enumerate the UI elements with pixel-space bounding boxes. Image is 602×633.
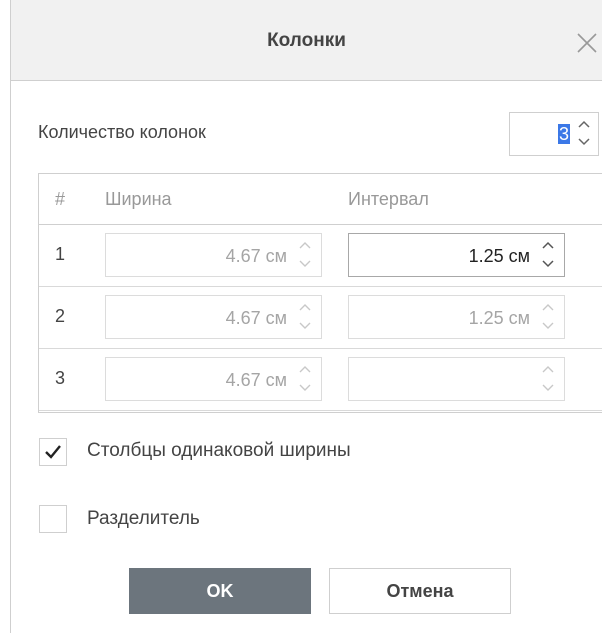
- width-value: 4.67 см: [225, 246, 287, 266]
- table-header: # Ширина Интервал: [39, 174, 602, 225]
- width-field: 4.67 см: [105, 295, 322, 339]
- column-count-label: Количество колонок: [38, 122, 206, 142]
- header-width: Ширина: [105, 189, 172, 209]
- width-arrows: [295, 358, 315, 400]
- chevron-down-icon[interactable]: [541, 259, 555, 269]
- table-row: 1 4.67 см 1.25 см: [39, 224, 602, 287]
- column-count-arrows[interactable]: [574, 113, 594, 155]
- column-count-value[interactable]: 3: [557, 124, 570, 144]
- chevron-up-icon[interactable]: [541, 240, 555, 250]
- chevron-down-icon: [299, 260, 311, 267]
- chevron-up-icon: [299, 304, 311, 311]
- chevron-up-icon: [542, 304, 554, 311]
- chevron-down-icon: [542, 322, 554, 329]
- spacing-arrows: [538, 296, 558, 338]
- equal-width-label[interactable]: Столбцы одинаковой ширины: [87, 440, 351, 462]
- dialog-header: Колонки: [11, 0, 602, 81]
- table-row: 2 4.67 см 1.25 см: [39, 286, 602, 349]
- width-field: 4.67 см: [105, 357, 322, 401]
- close-icon[interactable]: [574, 30, 600, 56]
- columns-dialog: Колонки Количество колонок 3 # Ширина Ин…: [10, 0, 602, 633]
- equal-width-checkbox[interactable]: [39, 438, 67, 466]
- row-number: 3: [55, 368, 66, 388]
- spacing-arrows[interactable]: [538, 234, 558, 276]
- width-arrows: [295, 296, 315, 338]
- spacing-arrows: [538, 358, 558, 400]
- chevron-up-icon: [542, 366, 554, 373]
- chevron-down-icon: [299, 384, 311, 391]
- cancel-button[interactable]: Отмена: [329, 568, 511, 614]
- width-field: 4.67 см: [105, 233, 322, 277]
- width-value: 4.67 см: [225, 370, 287, 390]
- chevron-down-icon[interactable]: [577, 137, 591, 147]
- chevron-down-icon: [299, 322, 311, 329]
- dialog-title: Колонки: [267, 30, 346, 51]
- separator-checkbox[interactable]: [39, 505, 67, 533]
- spacing-value[interactable]: 1.25 см: [469, 246, 530, 267]
- width-arrows: [295, 234, 315, 276]
- ok-button[interactable]: OK: [129, 568, 311, 614]
- row-number: 2: [55, 306, 66, 326]
- header-number: #: [55, 189, 66, 209]
- column-count-spinner[interactable]: 3: [509, 112, 599, 156]
- columns-table: # Ширина Интервал 1 4.67 см 1.25 см 2 4.…: [38, 173, 602, 413]
- chevron-up-icon[interactable]: [577, 119, 591, 129]
- checkmark-icon: [45, 445, 61, 459]
- chevron-up-icon: [299, 242, 311, 249]
- header-spacing: Интервал: [348, 189, 429, 209]
- separator-label[interactable]: Разделитель: [87, 508, 200, 530]
- spacing-field: [348, 357, 565, 401]
- row-number: 1: [55, 244, 66, 264]
- spacing-value: 1.25 см: [468, 308, 530, 328]
- width-value: 4.67 см: [225, 308, 287, 328]
- table-row: 3 4.67 см: [39, 348, 602, 411]
- spacing-field[interactable]: 1.25 см: [348, 233, 565, 277]
- chevron-up-icon: [299, 366, 311, 373]
- chevron-down-icon: [542, 384, 554, 391]
- spacing-field: 1.25 см: [348, 295, 565, 339]
